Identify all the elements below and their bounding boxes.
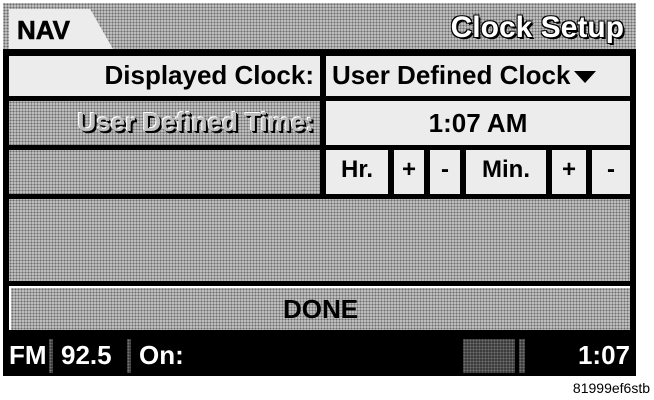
done-label: DONE xyxy=(282,294,359,324)
hour-label: Hr. xyxy=(326,150,388,194)
minute-label: Min. xyxy=(466,150,546,194)
frequency-label[interactable]: 92.5 xyxy=(55,335,127,376)
minute-minus-button[interactable]: - xyxy=(592,150,630,194)
triangle-down-icon xyxy=(574,71,597,84)
hour-minus-button[interactable]: - xyxy=(430,150,460,194)
hour-plus-button[interactable]: + xyxy=(394,150,424,194)
figure-caption: 81999ef6stb xyxy=(572,380,650,396)
minute-plus-button[interactable]: + xyxy=(552,150,586,194)
band-label[interactable]: FM xyxy=(3,335,49,376)
status-divider xyxy=(127,339,131,373)
empty-area xyxy=(9,199,630,281)
clock-setup-screen: NAV Clock Setup Displayed Clock: User De… xyxy=(3,3,636,376)
displayed-clock-dropdown[interactable]: User Defined Clock xyxy=(326,56,630,96)
status-fill xyxy=(463,339,515,373)
status-divider xyxy=(49,339,53,373)
on-label: On: xyxy=(139,340,184,370)
user-time-value: 1:07 AM xyxy=(326,101,630,145)
status-divider xyxy=(519,339,525,373)
displayed-clock-label: Displayed Clock: xyxy=(9,56,320,96)
page-title: Clock Setup xyxy=(450,11,624,44)
user-time-label: User Defined Time: xyxy=(77,107,314,137)
displayed-clock-value: User Defined Clock xyxy=(332,60,571,90)
adjust-row-background xyxy=(9,150,320,194)
done-button[interactable]: DONE xyxy=(9,286,630,330)
nav-tab-label: NAV xyxy=(17,15,71,46)
status-clock: 1:07 xyxy=(577,340,630,370)
